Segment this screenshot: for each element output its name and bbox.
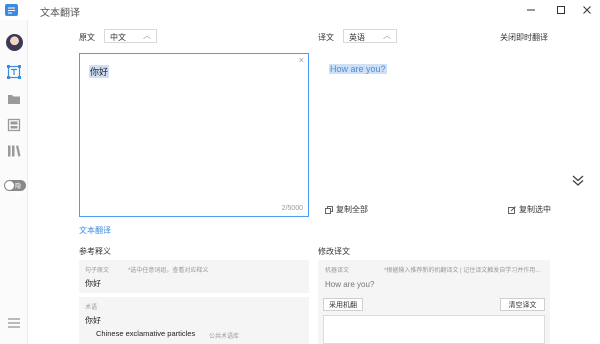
mt-result-text: How are you?	[325, 280, 375, 289]
char-count: 2/5000	[281, 205, 303, 212]
clear-translation-label: 清空译文	[508, 301, 537, 309]
source-language-select[interactable]: 中文 ︿	[104, 29, 157, 43]
title-bar: 文本翻译	[0, 0, 600, 20]
copy-all-button[interactable]: 复制全部	[325, 204, 368, 215]
close-instant-translate-button[interactable]: 关闭即时翻译	[500, 32, 548, 43]
chevron-up-icon: ︿	[383, 31, 391, 40]
adopt-mt-label: 采用机翻	[329, 301, 357, 309]
copy-selected-button[interactable]: 复制选中	[508, 204, 551, 215]
target-label: 译文	[318, 33, 334, 42]
app-logo-icon	[5, 4, 18, 16]
target-language-value: 英语	[349, 33, 365, 42]
minimize-button[interactable]	[518, 0, 544, 20]
target-language-select[interactable]: 英语 ︿	[343, 29, 397, 43]
source-language-value: 中文	[110, 33, 126, 42]
term-label: 术语	[85, 305, 98, 311]
clear-source-icon[interactable]: ×	[299, 55, 304, 65]
hide-toggle[interactable]: 隐藏	[4, 180, 26, 199]
library-icon[interactable]	[7, 144, 21, 158]
sentence-label: 句子原文	[85, 268, 110, 274]
sentence-hint: *选中任意词组，查看对应释义	[128, 268, 209, 274]
app-window: 文本翻译 隐藏 原文 中文 ︿ 译文 英语 ︿ 关闭即时翻译 你好 × 2/50…	[0, 0, 600, 344]
copy-selected-label: 复制选中	[519, 205, 551, 214]
edit-translation-input[interactable]	[323, 315, 545, 344]
edit-title: 修改译文	[318, 247, 350, 256]
sentence-text[interactable]: 你好	[85, 278, 101, 289]
reference-title: 参考释义	[79, 247, 111, 256]
mt-label: 机器译文	[325, 268, 350, 274]
toggle-label: 隐藏	[15, 184, 22, 199]
term-source: 公共术语库	[209, 334, 240, 340]
text-translate-link[interactable]: 文本翻译	[79, 225, 111, 236]
window-title: 文本翻译	[40, 8, 80, 19]
close-icon	[583, 6, 591, 14]
folder-icon[interactable]	[7, 92, 21, 106]
edit-icon	[508, 205, 516, 214]
image-icon[interactable]	[7, 118, 21, 132]
text-translate-icon[interactable]	[7, 65, 21, 79]
source-textarea[interactable]: 你好 × 2/5000	[79, 53, 309, 217]
toggle-knob	[5, 181, 14, 190]
copy-all-label: 复制全部	[336, 205, 368, 214]
adopt-mt-button[interactable]: 采用机翻	[323, 298, 363, 311]
maximize-icon	[557, 6, 565, 14]
source-label: 原文	[79, 33, 95, 42]
copy-icon	[325, 205, 333, 214]
chevron-up-icon: ︿	[143, 31, 151, 40]
term-word: 你好	[85, 316, 101, 325]
double-chevron-down-icon[interactable]	[571, 173, 585, 187]
menu-icon[interactable]	[8, 318, 20, 328]
clear-translation-button[interactable]: 清空译文	[500, 298, 545, 311]
minimize-icon	[527, 9, 535, 11]
close-window-button[interactable]	[574, 0, 600, 20]
source-text[interactable]: 你好	[89, 65, 110, 78]
target-text[interactable]: How are you?	[329, 64, 387, 74]
sidebar: 隐藏	[0, 20, 28, 344]
term-translation: Chinese exclamative particles	[96, 329, 196, 338]
mt-hint: *根据输入推荐新的机翻译文 | 记住译文触发自学习并作用...	[384, 268, 541, 274]
avatar[interactable]	[6, 34, 23, 51]
maximize-button[interactable]	[548, 0, 574, 20]
